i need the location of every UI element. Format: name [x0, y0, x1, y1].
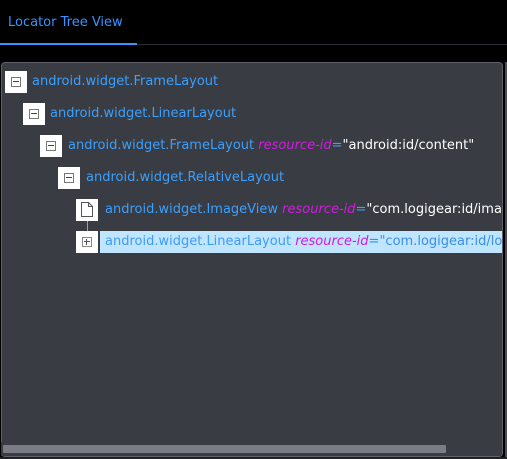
node-tag: android.widget.LinearLayout	[105, 234, 292, 249]
node-attr-value: "com.logigear:id/imageV	[366, 202, 502, 217]
tree-node-frame-layout-content[interactable]: android.widget.FrameLayout resource-id="…	[40, 135, 502, 157]
node-attr-eq: =	[355, 202, 367, 217]
node-tag: android.widget.FrameLayout	[32, 74, 219, 89]
tab-bar: Locator Tree View	[0, 0, 507, 45]
active-tab-indicator	[0, 43, 137, 45]
tab-bar-divider	[137, 44, 507, 45]
selected-highlight: android.widget.LinearLayout resource-id=…	[100, 231, 502, 253]
tree-node-linear-layout[interactable]: android.widget.LinearLayout	[22, 103, 502, 125]
tree-connector	[87, 221, 88, 231]
file-icon	[76, 199, 98, 221]
node-attr-eq: =	[368, 234, 380, 249]
collapse-icon[interactable]	[5, 71, 27, 93]
node-tag: android.widget.FrameLayout	[68, 138, 255, 153]
node-attr-eq: =	[331, 138, 343, 153]
collapse-icon[interactable]	[40, 135, 62, 157]
tree-node-label: android.widget.ImageView resource-id="co…	[105, 202, 502, 217]
tree-node-image-view[interactable]: android.widget.ImageView resource-id="co…	[76, 199, 502, 221]
tab-label: Locator Tree View	[8, 15, 123, 30]
tree-node-linear-layout-login[interactable]: android.widget.LinearLayout resource-id=…	[76, 231, 502, 253]
node-attr-name: resource-id	[258, 138, 332, 153]
tree-node-label: android.widget.LinearLayout	[50, 107, 236, 121]
tree-node-frame-layout[interactable]: android.widget.FrameLayout	[4, 71, 502, 93]
tree-node-label: android.widget.FrameLayout	[32, 75, 218, 89]
collapse-icon[interactable]	[23, 103, 45, 125]
locator-tree-panel: android.widget.FrameLayout android.widge…	[1, 62, 503, 457]
tree-node-label: android.widget.RelativeLayout	[86, 171, 284, 185]
collapse-icon[interactable]	[58, 167, 80, 189]
node-tag: android.widget.RelativeLayout	[86, 170, 285, 185]
tree-node-label: android.widget.FrameLayout resource-id="…	[68, 139, 474, 153]
node-attr-value: "android:id/content"	[342, 138, 475, 153]
node-tag: android.widget.LinearLayout	[50, 106, 237, 121]
node-tag: android.widget.ImageView	[105, 202, 279, 217]
node-attr-value: "com.logigear:id/login(	[379, 234, 503, 249]
tree-node-label: android.widget.LinearLayout resource-id=…	[105, 234, 503, 249]
horizontal-scrollbar-thumb[interactable]	[3, 445, 446, 453]
node-attr-name: resource-id	[282, 202, 356, 217]
tab-locator-tree-view[interactable]: Locator Tree View	[0, 0, 137, 45]
node-attr-name: resource-id	[295, 234, 369, 249]
tree-node-relative-layout[interactable]: android.widget.RelativeLayout	[58, 167, 502, 189]
expand-icon[interactable]	[76, 231, 98, 253]
